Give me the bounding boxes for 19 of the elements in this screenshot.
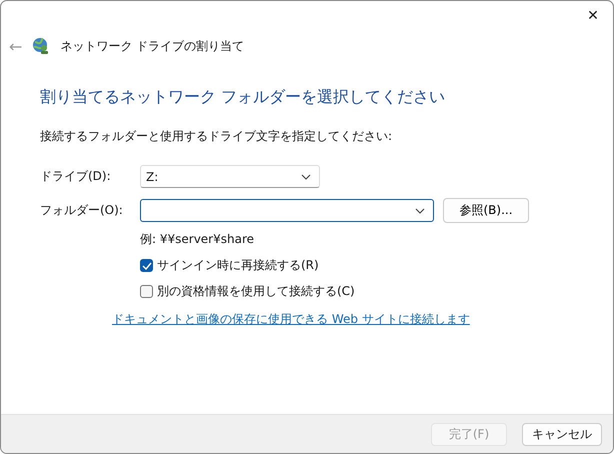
page-heading: 割り当てるネットワーク フォルダーを選択してください [40, 87, 446, 108]
folder-label: フォルダー(O): [40, 202, 124, 219]
drive-dropdown[interactable]: Z: [140, 165, 320, 188]
checkbox[interactable] [140, 259, 153, 272]
example-text: 例: ¥¥server¥share [140, 231, 256, 248]
instruction-text: 接続するフォルダーと使用するドライブ文字を指定してください: [40, 128, 394, 145]
checkbox-label[interactable]: 別の資格情報を使用して接続する(C) [157, 283, 355, 300]
checkbox-label[interactable]: サインイン時に再接続する(R) [157, 257, 319, 274]
close-button[interactable]: ✕ [573, 1, 613, 31]
drive-label: ドライブ(D): [40, 168, 112, 185]
folder-field[interactable] [140, 199, 434, 222]
chevron-down-icon [415, 208, 425, 214]
checkbox[interactable] [140, 285, 153, 298]
window-title: ネットワーク ドライブの割り当て [60, 38, 244, 54]
browse-button[interactable]: 参照(B)... [443, 198, 529, 223]
cancel-button[interactable]: キャンセル [522, 422, 602, 446]
network-drive-icon [32, 37, 50, 55]
chevron-down-icon [301, 174, 311, 180]
website-link[interactable]: ドキュメントと画像の保存に使用できる Web サイトに接続します [112, 311, 613, 328]
